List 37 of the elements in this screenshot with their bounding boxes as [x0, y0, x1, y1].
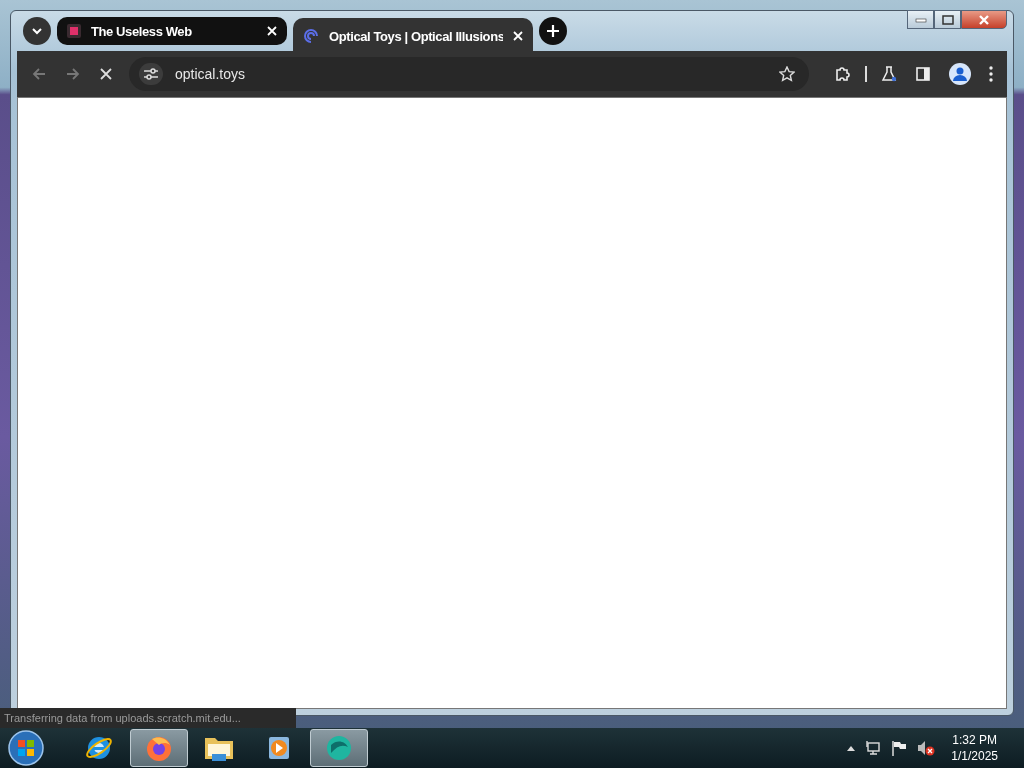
close-icon	[978, 14, 990, 25]
puzzle-icon[interactable]	[835, 66, 851, 82]
network-icon[interactable]	[865, 740, 882, 756]
close-icon[interactable]	[267, 26, 277, 36]
close-icon[interactable]	[513, 31, 523, 41]
menu-icon[interactable]	[989, 66, 993, 82]
address-bar[interactable]: optical.toys	[129, 57, 809, 91]
clock[interactable]: 1:32 PM 1/1/2025	[951, 732, 998, 764]
profile-icon[interactable]	[949, 63, 971, 85]
minimize-button[interactable]	[907, 10, 934, 29]
start-button[interactable]	[8, 730, 44, 766]
stop-icon[interactable]	[99, 67, 113, 81]
forward-icon[interactable]	[65, 66, 81, 82]
back-icon[interactable]	[31, 66, 47, 82]
site-settings-icon[interactable]	[139, 63, 163, 85]
muted-speaker-icon[interactable]	[917, 740, 936, 756]
side-panel-icon[interactable]	[915, 66, 931, 82]
disc-icon	[324, 733, 354, 763]
maximize-button[interactable]	[934, 10, 961, 29]
close-button[interactable]	[961, 10, 1007, 29]
status-text: Transferring data from uploads.scratch.mit.edu...	[0, 708, 296, 728]
favicon-icon	[67, 24, 81, 38]
plus-icon	[547, 25, 559, 37]
spiral-icon	[303, 28, 319, 44]
browser-tab[interactable]: The Useless Web	[57, 17, 287, 45]
minimize-icon	[914, 16, 927, 23]
chevron-down-icon	[31, 27, 43, 35]
url-text: optical.toys	[175, 66, 246, 82]
tab-search-button[interactable]	[23, 17, 51, 45]
new-tab-button[interactable]	[539, 17, 567, 45]
maximize-icon	[941, 14, 954, 25]
clock-time: 1:32 PM	[952, 732, 997, 748]
star-icon[interactable]	[779, 66, 795, 82]
flag-icon[interactable]	[891, 740, 908, 756]
show-hidden-icons-icon[interactable]	[847, 745, 856, 751]
clock-date: 1/1/2025	[951, 748, 998, 764]
flask-icon[interactable]	[881, 66, 897, 82]
